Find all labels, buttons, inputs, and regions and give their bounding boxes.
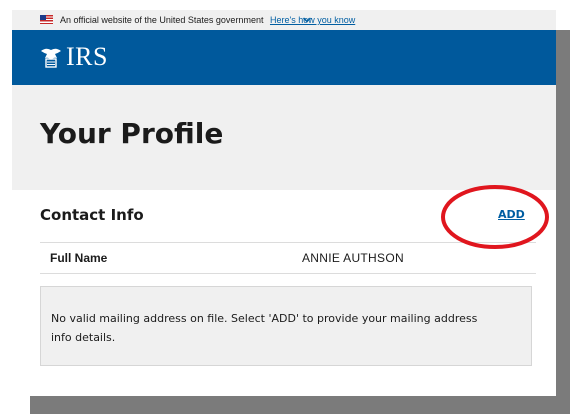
irs-eagle-icon xyxy=(41,48,61,68)
mailing-address-notice: No valid mailing address on file. Select… xyxy=(40,286,532,366)
gov-banner-label: An official website of the United States… xyxy=(60,15,264,25)
full-name-label: Full Name xyxy=(50,251,108,265)
site-header: IRS xyxy=(12,30,556,85)
irs-logo-text: IRS xyxy=(66,42,108,71)
irs-logo[interactable]: IRS xyxy=(38,39,108,75)
notice-text: No valid mailing address on file. Select… xyxy=(51,312,478,344)
contact-info-heading: Contact Info xyxy=(40,206,144,224)
page-title: Your Profile xyxy=(40,117,224,150)
heres-how-you-know-link[interactable]: Here's how you know xyxy=(270,15,355,25)
official-gov-banner: An official website of the United States… xyxy=(12,10,556,30)
red-highlight-ellipse xyxy=(441,185,549,249)
chevron-down-icon[interactable] xyxy=(302,15,312,25)
us-flag-icon xyxy=(40,15,53,24)
title-band: Your Profile xyxy=(12,85,556,190)
full-name-value: ANNIE AUTHSON xyxy=(302,251,404,265)
